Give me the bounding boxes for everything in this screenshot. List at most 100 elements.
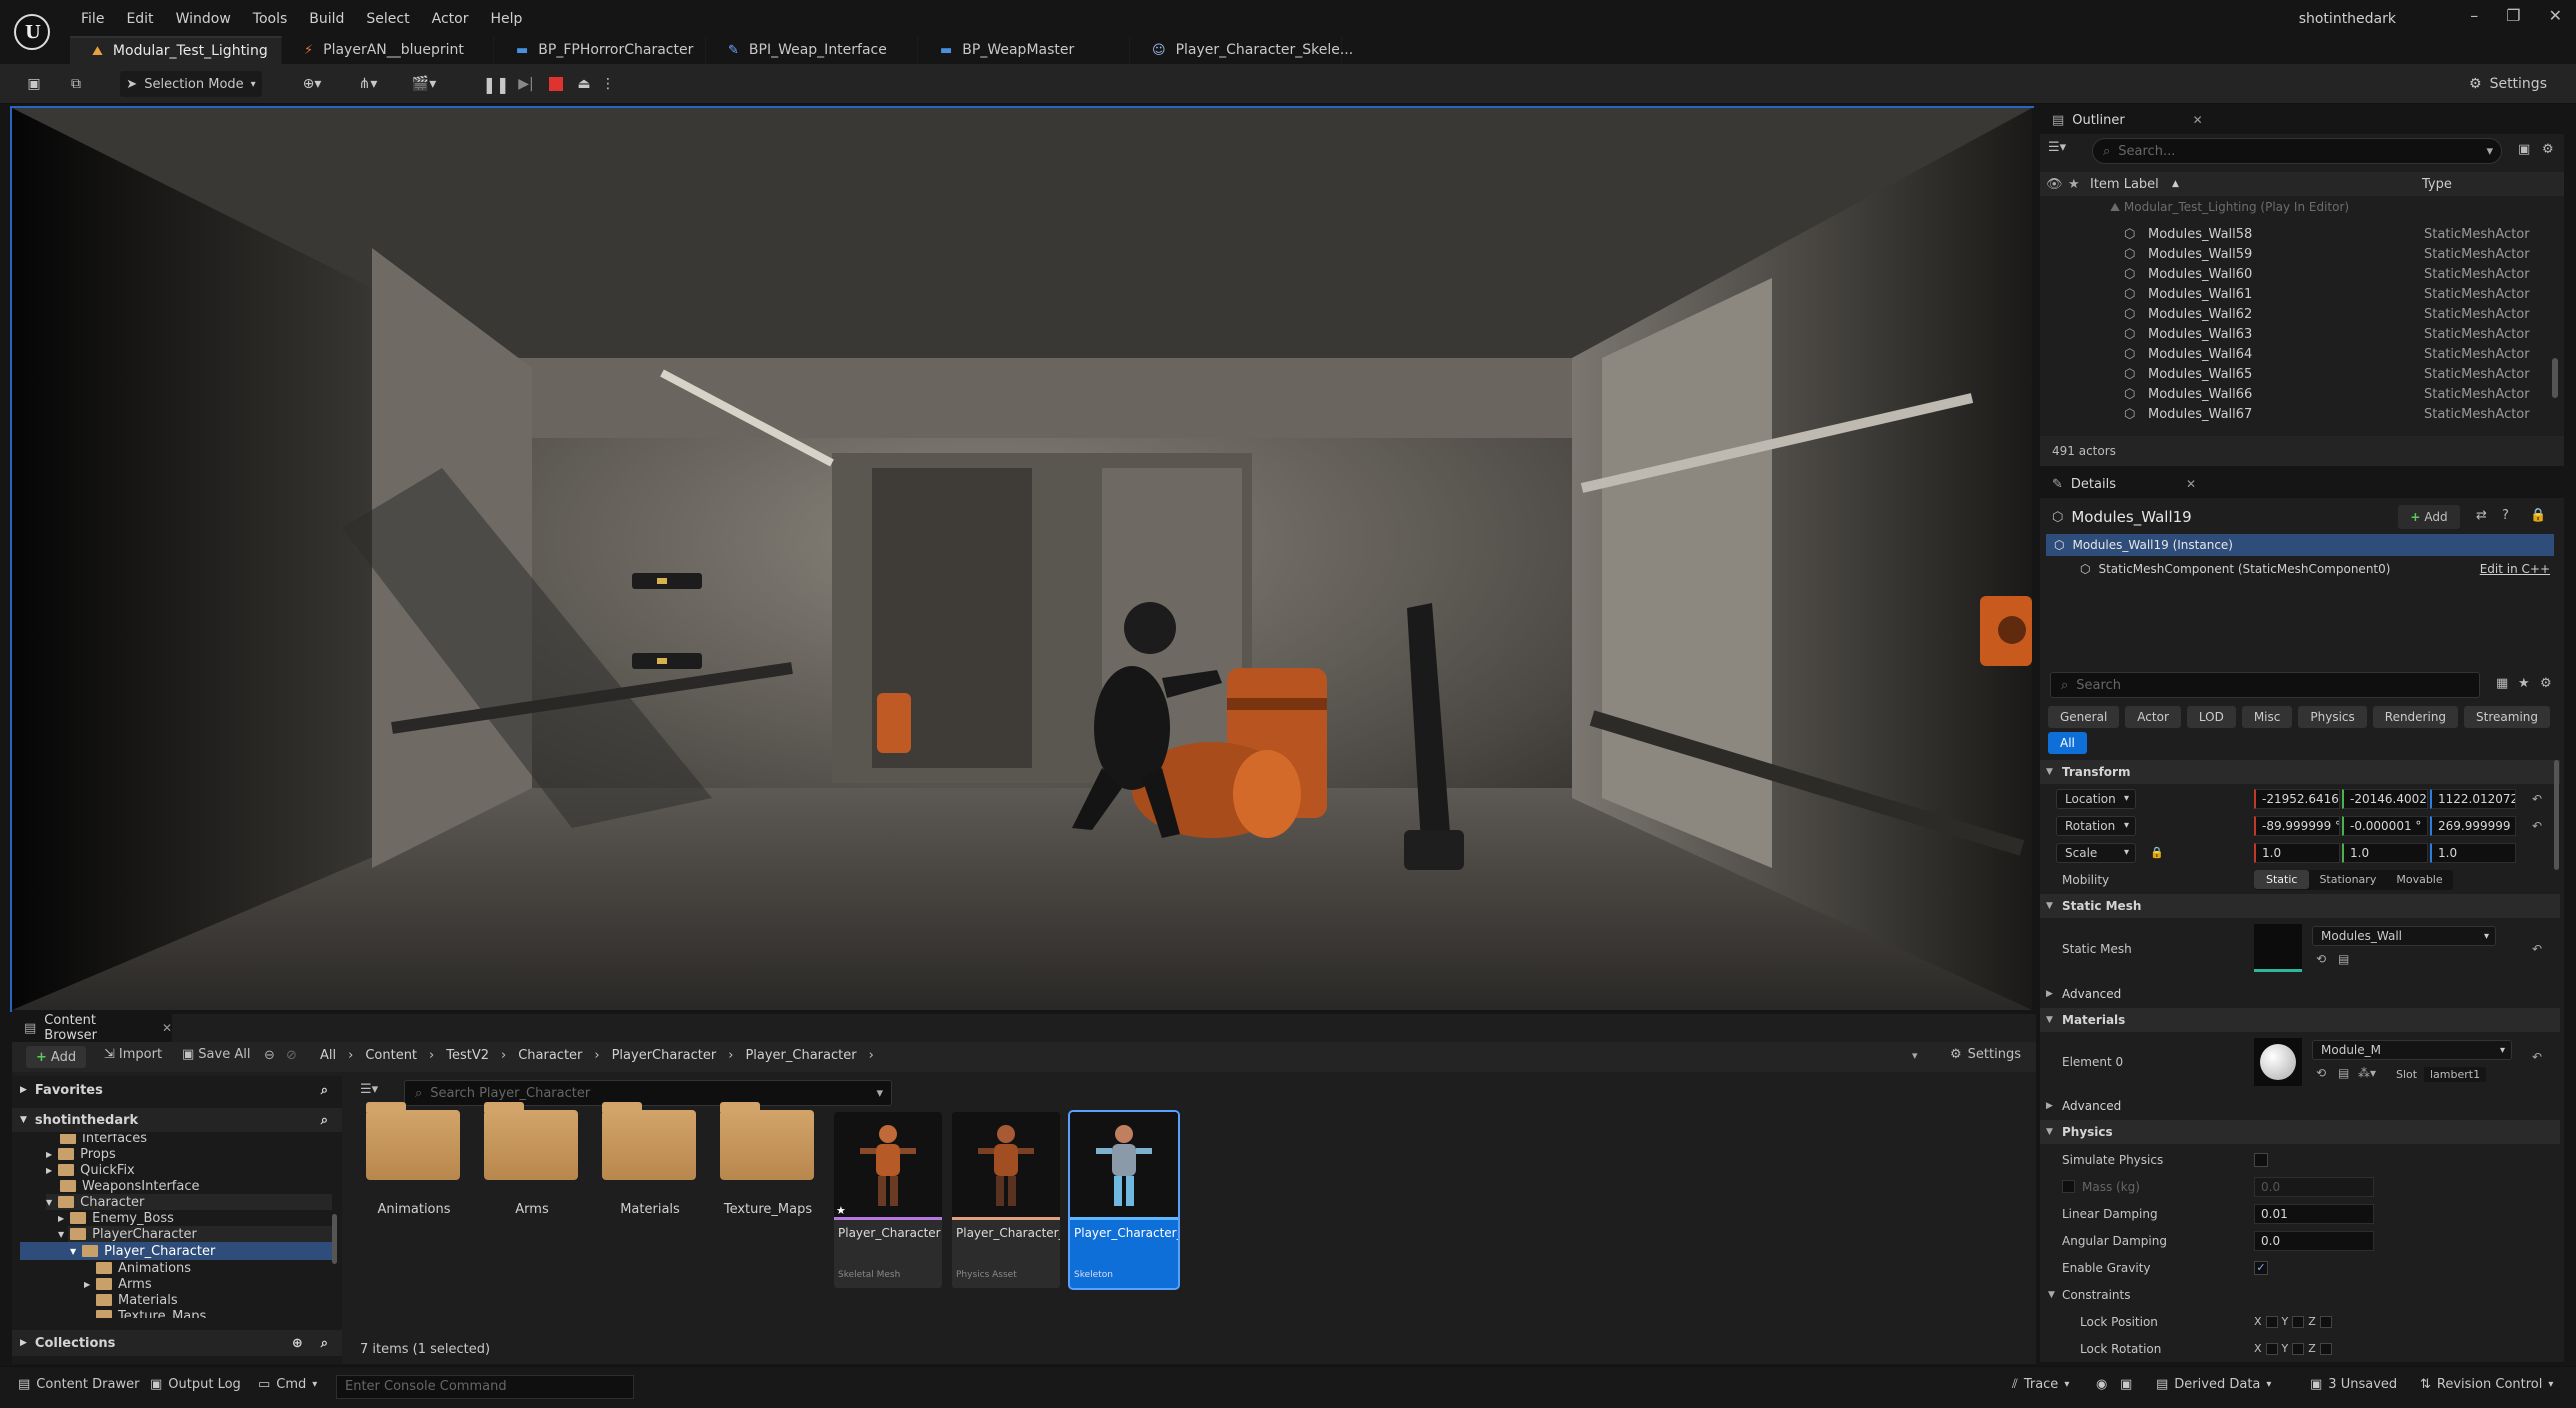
details-search[interactable]: ⌕ Search [2050, 672, 2480, 698]
scale-y-field[interactable]: 1.0 [2342, 842, 2428, 863]
favorites-header[interactable]: ▶ Favorites ⌕ [12, 1078, 342, 1102]
outliner-parent-row[interactable]: ⛰ Modular_Test_Lighting (Play In Editor) [2110, 200, 2349, 218]
cmd-dropdown[interactable]: ▭ Cmd ▾ [258, 1377, 317, 1392]
lock-position-y-checkbox[interactable] [2292, 1315, 2305, 1328]
tab-player-character-skeleton[interactable]: ☺ Player_Character_Skele... [1130, 36, 1353, 64]
output-log-button[interactable]: ▣ Output Log [150, 1377, 241, 1392]
maximize-icon[interactable]: ❐ [2506, 6, 2520, 25]
section-transform[interactable]: ▼ Transform [2040, 760, 2560, 784]
menu-actor[interactable]: Actor [421, 8, 480, 30]
table-row[interactable]: ⬡ Modules_Wall59 StaticMeshActor [2040, 244, 2550, 264]
details-scrollbar[interactable] [2554, 760, 2559, 870]
constraints-row[interactable]: ▼ Constraints [2040, 1281, 2560, 1308]
tree-item-animations[interactable]: Animations [96, 1260, 191, 1276]
eject-button[interactable]: ⏏ [572, 71, 596, 97]
content-drawer-button[interactable]: ▤ Content Drawer [18, 1377, 139, 1392]
tab-bp-fphorrorcharacter[interactable]: ▬ BP_FPHorrorCharacter [494, 36, 706, 64]
tree-item-props[interactable]: ▶ Props [46, 1146, 116, 1162]
category-misc[interactable]: Misc [2241, 706, 2293, 728]
lock-rotation-x-checkbox[interactable] [2265, 1342, 2278, 1355]
tree-item-weaponsinterface[interactable]: WeaponsInterface [60, 1178, 199, 1194]
star-icon[interactable]: ★ [2518, 676, 2530, 691]
angular-damping-field[interactable]: 0.0 [2254, 1230, 2374, 1251]
category-lod[interactable]: LOD [2186, 706, 2236, 728]
close-outliner-icon[interactable]: ✕ [2193, 113, 2203, 127]
rotation-dropdown[interactable]: Rotation ▾ [2056, 815, 2136, 836]
breadcrumb-all[interactable]: All [320, 1048, 336, 1063]
search-icon[interactable]: ⌕ [321, 1336, 328, 1351]
lock-position-z-checkbox[interactable] [2319, 1315, 2332, 1328]
tree-item-enemy-boss[interactable]: ▶ Enemy_Boss [58, 1210, 174, 1226]
section-static-mesh[interactable]: ▼ Static Mesh [2040, 894, 2560, 918]
simulate-physics-checkbox[interactable] [2254, 1152, 2268, 1167]
category-physics[interactable]: Physics [2298, 706, 2367, 728]
browse-icon[interactable]: ⧉ [64, 71, 88, 97]
add-component-button[interactable]: + Add [2398, 505, 2460, 529]
blueprint-convert-icon[interactable]: ⇄ [2476, 508, 2487, 523]
location-dropdown[interactable]: Location ▾ [2056, 788, 2136, 809]
category-actor[interactable]: Actor [2125, 706, 2181, 728]
menu-edit[interactable]: Edit [115, 8, 164, 30]
close-icon[interactable]: ✕ [2549, 6, 2562, 25]
tab-modular-test-lighting[interactable]: ⛰ Modular_Test_Lighting [70, 36, 282, 64]
table-row[interactable]: ⬡ Modules_Wall64 StaticMeshActor [2040, 344, 2550, 364]
table-row[interactable]: ⬡ Modules_Wall61 StaticMeshActor [2040, 284, 2550, 304]
mobility-static[interactable]: Static [2254, 870, 2310, 889]
lock-rotation-y-checkbox[interactable] [2292, 1342, 2305, 1355]
history-forward-icon[interactable]: ⊘ [286, 1048, 297, 1063]
pause-button[interactable]: ❚❚ [483, 71, 510, 97]
menu-tools[interactable]: Tools [242, 8, 299, 30]
mass-checkbox[interactable] [2062, 1180, 2075, 1193]
section-materials[interactable]: ▼ Materials [2040, 1008, 2560, 1032]
table-row[interactable]: ⬡ Modules_Wall67 StaticMeshActor [2040, 404, 2550, 424]
console-input[interactable]: Enter Console Command [336, 1375, 634, 1399]
scale-x-field[interactable]: 1.0 [2254, 842, 2340, 863]
scale-dropdown[interactable]: Scale ▾ [2056, 842, 2136, 863]
cb-import-button[interactable]: ⇲ Import [104, 1047, 162, 1062]
folder-tile-arms[interactable]: Arms [476, 1102, 588, 1217]
material-options-icon[interactable]: ⁂▾ [2358, 1066, 2376, 1080]
minimize-icon[interactable]: – [2470, 6, 2478, 25]
mobility-stationary[interactable]: Stationary [2309, 870, 2386, 889]
selection-mode-dropdown[interactable]: ➤ Selection Mode ▾ [120, 71, 262, 97]
tree-item-interfaces[interactable]: Interfaces [60, 1134, 147, 1146]
star-icon[interactable]: ★ [2068, 177, 2080, 192]
breadcrumb-content[interactable]: Content [365, 1048, 417, 1063]
table-view-icon[interactable]: ▦ [2496, 676, 2508, 691]
outliner-scrollbar[interactable] [2552, 358, 2558, 398]
cb-save-all-button[interactable]: ▣ Save All [182, 1047, 250, 1062]
tree-scrollbar[interactable] [332, 1214, 337, 1264]
use-selected-icon[interactable]: ⟲ [2316, 952, 2326, 966]
outliner-search[interactable]: ⌕ Search... ▾ [2092, 138, 2502, 164]
tab-bpi-weap-interface[interactable]: ✎ BPI_Weap_Interface [706, 36, 918, 64]
filter-icon[interactable]: ☰▾ [2048, 140, 2066, 155]
search-icon[interactable]: ⌕ [321, 1113, 328, 1128]
table-row[interactable]: ⬡ Modules_Wall65 StaticMeshActor [2040, 364, 2550, 384]
unsaved-button[interactable]: ▣ 3 Unsaved [2310, 1377, 2397, 1392]
component-row[interactable]: ⬡ StaticMeshComponent (StaticMeshComponen… [2046, 558, 2554, 580]
edit-in-cpp-link[interactable]: Edit in C++ [2480, 562, 2550, 576]
tab-playeran-blueprint[interactable]: ⚡ PlayerAN__blueprint [282, 36, 494, 64]
asset-tile-skeletal-mesh[interactable]: ★ Player_Character Skeletal Mesh [834, 1112, 942, 1288]
tree-item-playercharacter[interactable]: ▼ PlayerCharacter [58, 1226, 332, 1242]
category-rendering[interactable]: Rendering [2372, 706, 2459, 728]
tree-item-materials[interactable]: Materials [96, 1292, 178, 1308]
breadcrumb-playercharacter[interactable]: PlayerCharacter [612, 1048, 717, 1063]
section-physics[interactable]: ▼ Physics [2040, 1120, 2560, 1144]
table-row[interactable]: ⬡ Modules_Wall58 StaticMeshActor [2040, 224, 2550, 244]
more-options-icon[interactable]: ⋮ [600, 71, 616, 97]
record-icon[interactable]: ◉ [2096, 1377, 2107, 1392]
section-advanced-mesh[interactable]: ▶ Advanced [2040, 982, 2560, 1006]
table-row[interactable]: ⬡ Modules_Wall66 StaticMeshActor [2040, 384, 2550, 404]
reset-icon[interactable]: ↶ [2532, 792, 2542, 806]
tree-item-arms[interactable]: ▶ Arms [84, 1276, 152, 1292]
add-actor-icon[interactable]: ⊕▾ [292, 71, 332, 97]
tree-item-player-character[interactable]: ▼ Player_Character [20, 1242, 332, 1260]
menu-file[interactable]: File [70, 8, 115, 30]
folder-tile-animations[interactable]: Animations [358, 1102, 470, 1217]
history-back-icon[interactable]: ⊖ [264, 1048, 275, 1063]
save-icon[interactable]: ▣ [22, 71, 46, 97]
rotation-z-field[interactable]: 269.999999 ° [2430, 815, 2516, 836]
table-row[interactable]: ⬡ Modules_Wall63 StaticMeshActor [2040, 324, 2550, 344]
location-z-field[interactable]: 1122.012072 [2430, 788, 2516, 809]
